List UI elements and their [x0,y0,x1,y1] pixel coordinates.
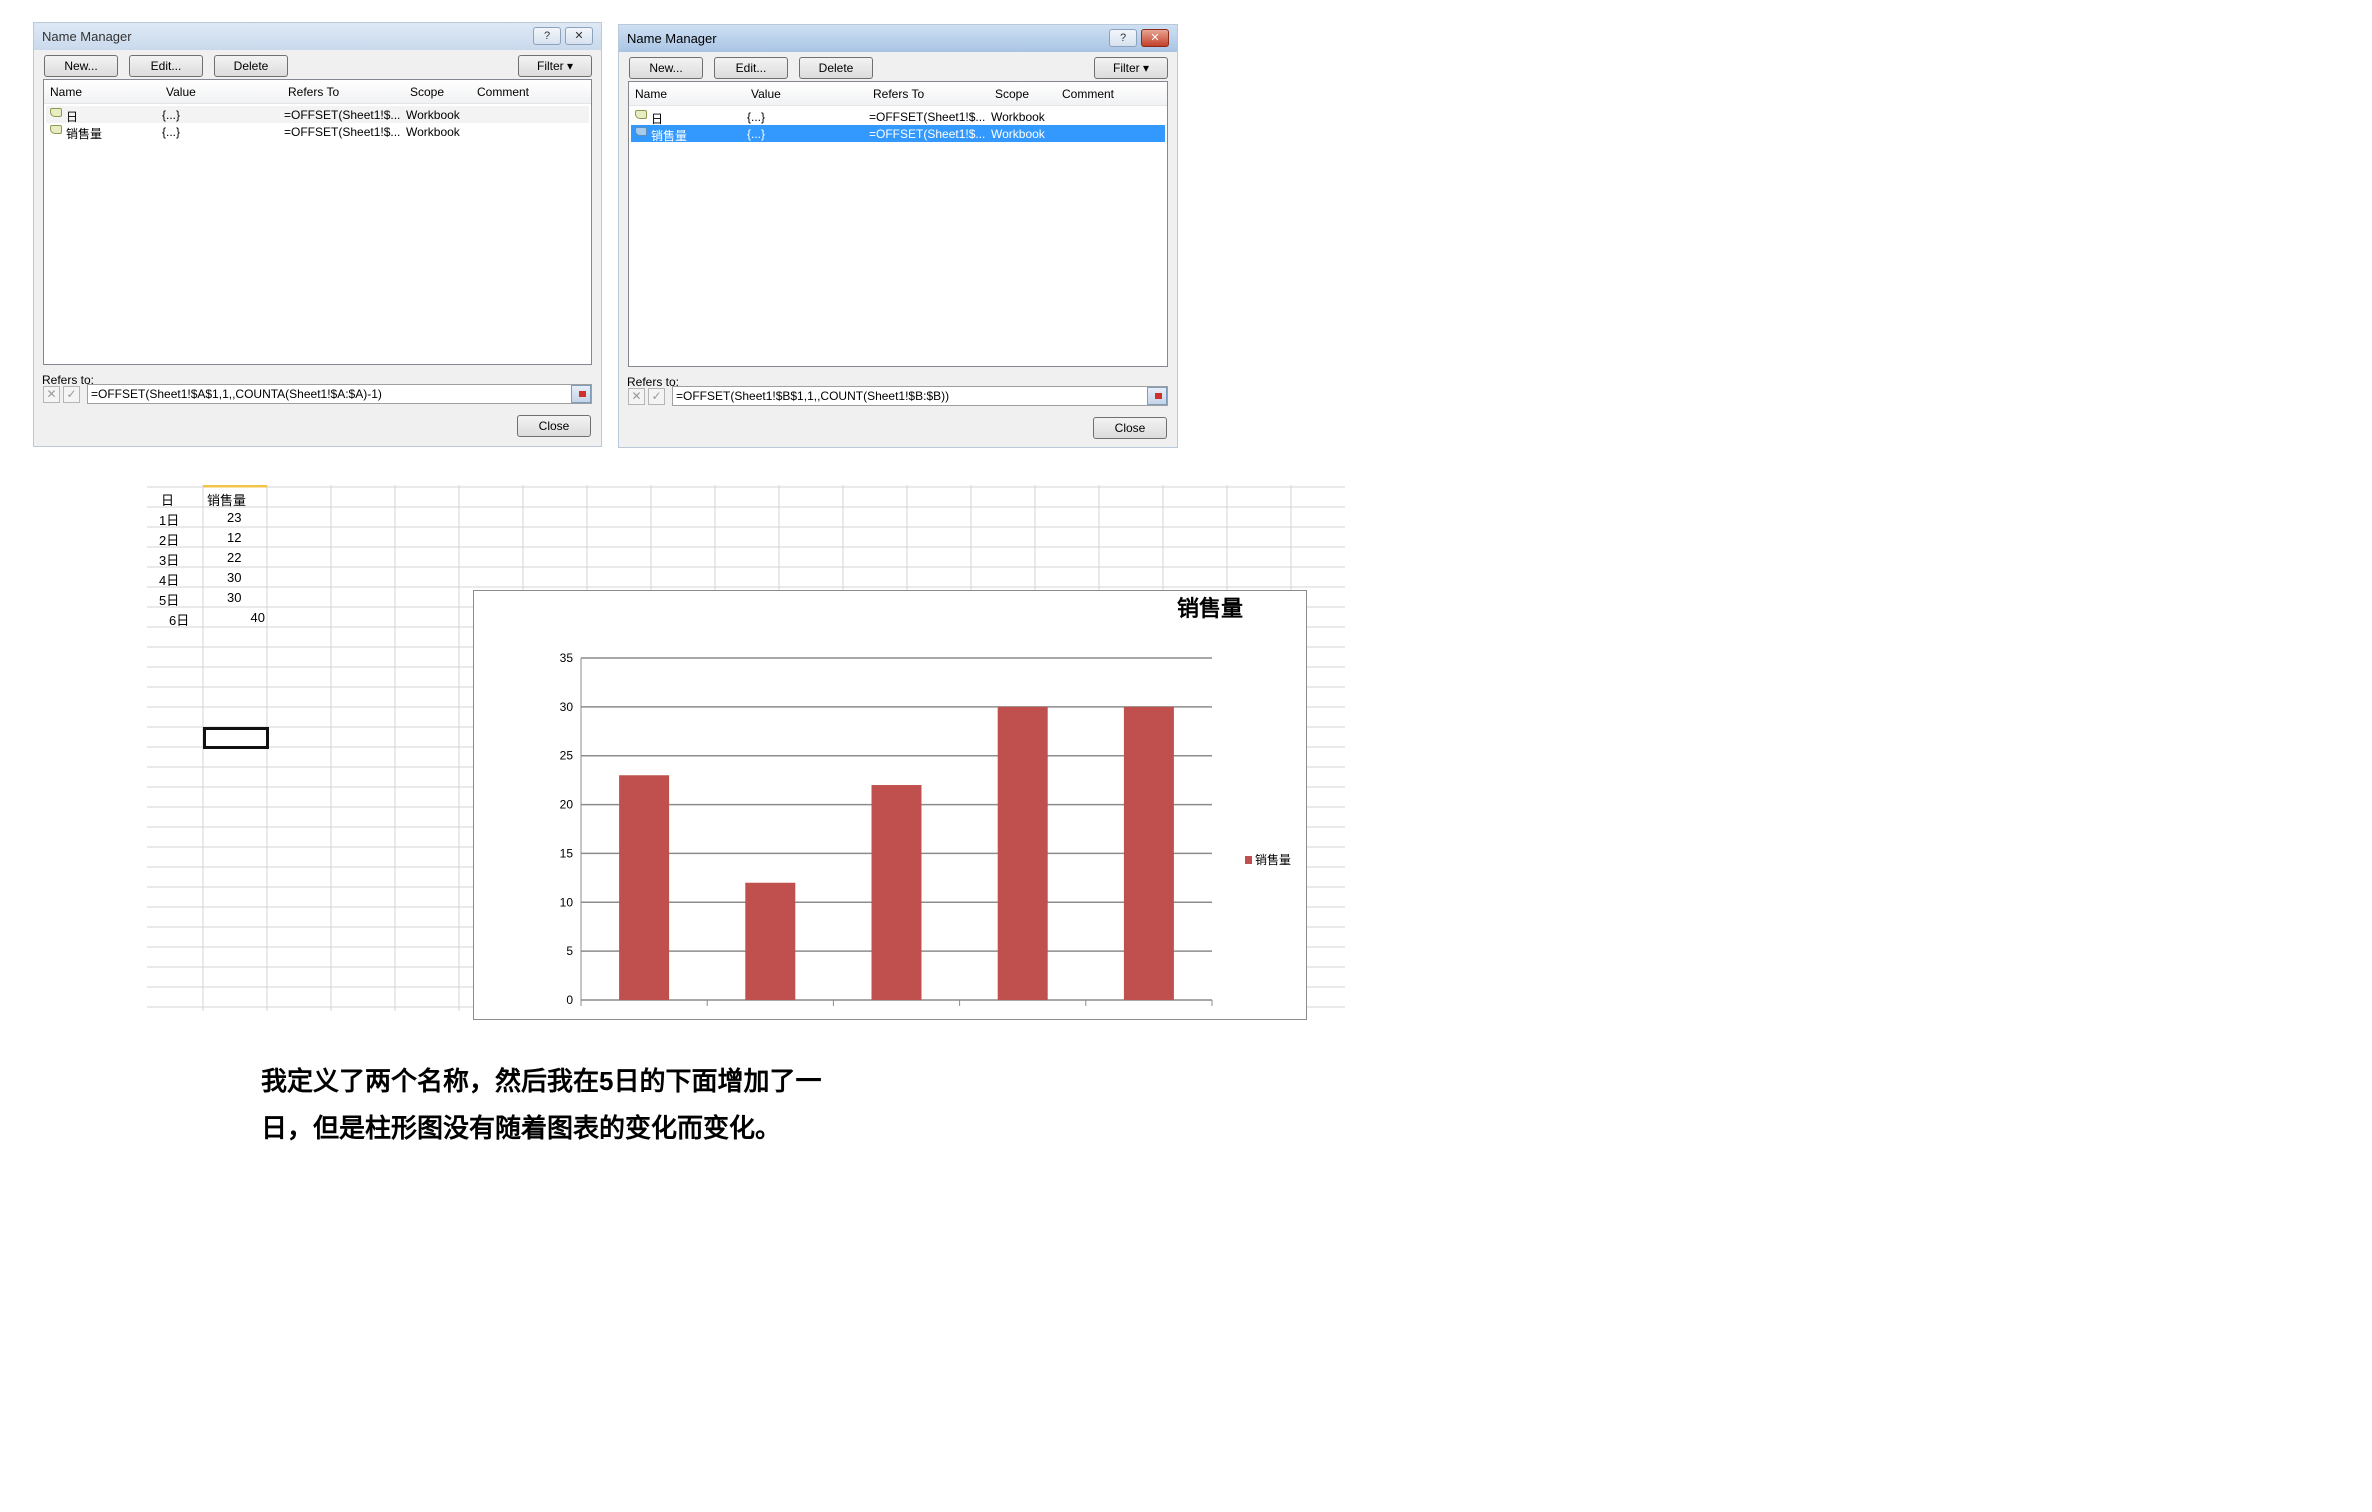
column-header[interactable]: Scope [995,87,1029,101]
cell-sales[interactable]: 23 [227,510,241,525]
question-line-1: 我定义了两个名称，然后我在5日的下面增加了一 [261,1066,822,1096]
row-name: 销售量 [66,127,103,141]
list-header: Name Value Refers To Scope Comment [629,82,1167,106]
cell-day[interactable]: 5日 [159,590,179,609]
filter-button[interactable]: Filter ▾ [1094,57,1168,79]
row-value: {...} [162,125,181,139]
row-scope: Workbook [406,125,460,139]
chart-svg: 05101520253035销售量销售量 [560,596,1291,1007]
row-refers-to: =OFFSET(Sheet1!$... [284,108,401,122]
dialog-title: Name Manager [627,31,717,46]
row-refers-to: =OFFSET(Sheet1!$... [284,125,401,139]
y-tick-label: 20 [560,798,574,812]
cell-sales[interactable]: 30 [227,590,241,605]
refers-to-input[interactable]: =OFFSET(Sheet1!$B$1,1,,COUNT(Sheet1!$B:$… [672,386,1168,406]
column-header[interactable]: Refers To [288,85,339,99]
close-button[interactable]: Close [1093,417,1167,439]
help-button[interactable]: ? [1109,29,1137,47]
cancel-edit-icon[interactable]: ✕ [43,386,60,403]
row-value: {...} [162,108,181,122]
name-tag-icon [50,125,62,134]
name-row[interactable]: 销售量 {...} =OFFSET(Sheet1!$... Workbook [46,123,589,141]
title-bar: Name Manager [619,25,1177,52]
name-manager-dialog: Name Manager ? ✕ New... Edit... Delete F… [618,24,1178,448]
row-scope: Workbook [991,127,1045,141]
row-value: {...} [747,127,766,141]
active-cell[interactable] [203,727,269,749]
close-button[interactable]: Close [517,415,591,437]
column-header[interactable]: Scope [410,85,444,99]
cell-sales[interactable]: 30 [227,570,241,585]
column-header[interactable]: Refers To [873,87,924,101]
row-value: {...} [747,110,766,124]
y-tick-label: 15 [560,846,574,860]
row-refers-to: =OFFSET(Sheet1!$... [869,110,986,124]
column-chart[interactable]: 0 5 10 15 20 25 30 35 销售量 销售量 [473,590,1307,1020]
help-button[interactable]: ? [533,27,561,45]
bar[interactable] [997,706,1048,1000]
y-tick-label: 0 [566,993,573,1007]
name-row[interactable]: 日 {...} =OFFSET(Sheet1!$... Workbook [46,106,589,124]
cell-day[interactable]: 6日 [169,610,189,629]
name-row[interactable]: 日 {...} =OFFSET(Sheet1!$... Workbook [631,108,1165,126]
row-refers-to: =OFFSET(Sheet1!$... [869,127,986,141]
confirm-edit-icon[interactable]: ✓ [63,386,80,403]
bar[interactable] [745,882,796,1000]
cancel-edit-icon[interactable]: ✕ [628,388,645,405]
new-button[interactable]: New... [629,57,703,79]
close-window-button[interactable]: ✕ [565,27,593,45]
row-name: 销售量 [651,129,688,143]
range-select-icon[interactable] [1147,387,1167,405]
legend-label[interactable]: 销售量 [1255,852,1291,867]
row-scope: Workbook [406,108,460,122]
name-manager-dialog: Name Manager ? ✕ New... Edit... Delete F… [33,22,602,447]
cell-day[interactable]: 2日 [159,530,179,549]
name-tag-icon [635,110,647,119]
column-header[interactable]: Value [166,85,196,99]
edit-button[interactable]: Edit... [129,55,203,77]
cell-sales[interactable]: 40 [251,610,265,625]
delete-button[interactable]: Delete [799,57,873,79]
bar[interactable] [619,775,670,1000]
y-tick-label: 5 [566,944,573,958]
column-header[interactable]: Value [751,87,781,101]
name-tag-icon [50,108,62,117]
cell-day[interactable]: 1日 [159,510,179,529]
edit-button[interactable]: Edit... [714,57,788,79]
column-header[interactable]: Name [635,87,667,101]
y-tick-label: 30 [560,700,574,714]
legend-swatch [1245,856,1252,864]
bar[interactable] [1123,706,1174,1000]
cell-day[interactable]: 3日 [159,550,179,569]
y-tick-label: 35 [560,651,574,665]
range-select-icon[interactable] [571,385,591,403]
header-cell-day[interactable]: 日 [161,490,174,509]
dialog-title: Name Manager [42,29,132,44]
title-bar: Name Manager [34,23,601,50]
name-tag-icon [635,127,647,136]
cell-sales[interactable]: 22 [227,550,241,565]
header-cell-sales[interactable]: 销售量 [207,490,246,509]
y-tick-label: 10 [560,895,574,909]
column-header[interactable]: Name [50,85,82,99]
close-window-button[interactable]: ✕ [1141,29,1169,47]
cell-sales[interactable]: 12 [227,530,241,545]
question-line-2: 日，但是柱形图没有随着图表的变化而变化。 [261,1113,782,1143]
names-list[interactable]: Name Value Refers To Scope Comment 日 {...} =… [628,81,1168,367]
confirm-edit-icon[interactable]: ✓ [648,388,665,405]
bar[interactable] [871,785,922,1000]
list-header: Name Value Refers To Scope Comment [44,80,591,104]
delete-button[interactable]: Delete [214,55,288,77]
refers-to-input[interactable]: =OFFSET(Sheet1!$A$1,1,,COUNTA(Sheet1!$A:… [87,384,592,404]
y-tick-label: 25 [560,749,574,763]
names-list[interactable]: Name Value Refers To Scope Comment 日 {...} =… [43,79,592,365]
cell-day[interactable]: 4日 [159,570,179,589]
row-scope: Workbook [991,110,1045,124]
chart-title: 销售量 [1177,596,1243,621]
name-row[interactable]: 销售量 {...} =OFFSET(Sheet1!$... Workbook [631,125,1165,143]
new-button[interactable]: New... [44,55,118,77]
filter-button[interactable]: Filter ▾ [518,55,592,77]
column-header[interactable]: Comment [477,85,529,99]
column-header[interactable]: Comment [1062,87,1114,101]
